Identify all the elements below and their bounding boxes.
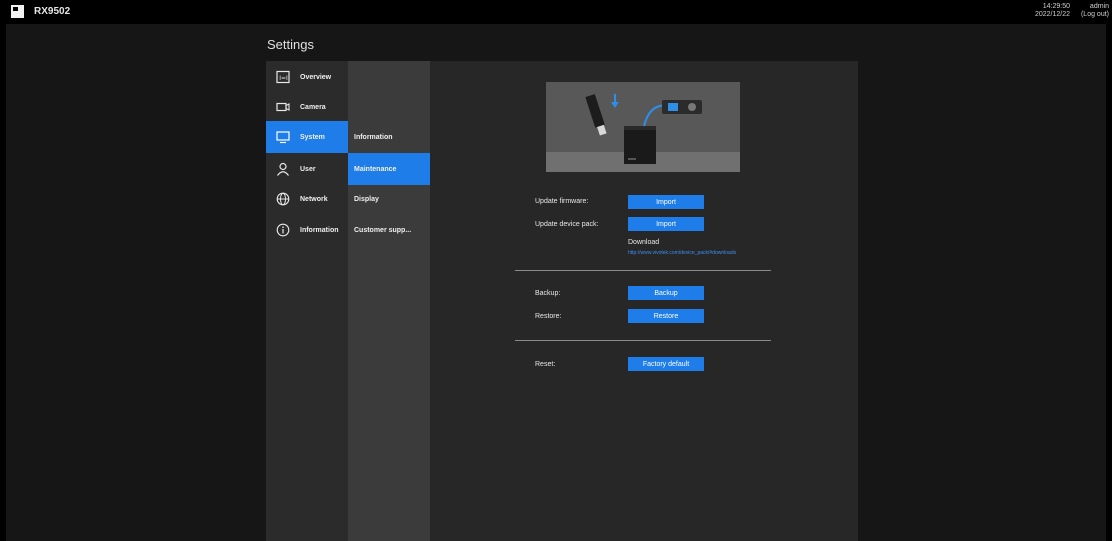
nav-item-overview[interactable]: I=I Overview bbox=[266, 61, 348, 93]
clock-date: 2022/12/22 bbox=[1034, 11, 1070, 18]
nav-item-label: Camera bbox=[300, 103, 326, 111]
nav-item-camera[interactable]: Camera bbox=[266, 91, 348, 123]
secondary-nav: Information Maintenance Display Customer… bbox=[348, 61, 430, 541]
primary-nav: I=I Overview Camera System User Network … bbox=[266, 61, 348, 541]
app-title: RX9502 bbox=[34, 6, 71, 17]
nav-item-label: System bbox=[300, 133, 325, 141]
nav-item-network[interactable]: Network bbox=[266, 183, 348, 215]
usb-update-illustration bbox=[546, 82, 740, 172]
nav-item-information[interactable]: Information bbox=[266, 214, 348, 246]
clock-time: 14:29:50 bbox=[1042, 3, 1070, 10]
subnav-item-label: Customer supp... bbox=[354, 226, 412, 234]
factory-default-button[interactable]: Factory default bbox=[628, 357, 704, 371]
user-icon bbox=[276, 162, 290, 176]
overview-icon: I=I bbox=[276, 70, 290, 84]
backup-button[interactable]: Backup bbox=[628, 286, 704, 300]
import-firmware-button[interactable]: Import bbox=[628, 195, 704, 209]
subnav-item-maintenance[interactable]: Maintenance bbox=[348, 153, 430, 185]
subnav-item-customer-support[interactable]: Customer supp... bbox=[348, 214, 430, 246]
monitor-icon bbox=[276, 130, 290, 144]
nav-item-label: User bbox=[300, 165, 316, 173]
subnav-item-label: Information bbox=[354, 133, 393, 141]
divider bbox=[515, 340, 771, 341]
update-firmware-label: Update firmware: bbox=[535, 198, 589, 205]
globe-icon bbox=[276, 192, 290, 206]
subnav-item-label: Maintenance bbox=[354, 165, 397, 173]
import-device-pack-button[interactable]: Import bbox=[628, 217, 704, 231]
nav-item-system[interactable]: System bbox=[266, 121, 348, 153]
download-label: Download bbox=[628, 239, 660, 246]
app-logo-icon bbox=[11, 5, 24, 18]
info-icon bbox=[276, 223, 290, 237]
clock: 14:29:50 2022/12/22 bbox=[1035, 3, 1070, 19]
nav-item-label: Information bbox=[300, 226, 339, 234]
reset-label: Reset: bbox=[535, 361, 556, 368]
subnav-item-information[interactable]: Information bbox=[348, 121, 430, 153]
backup-label: Backup: bbox=[535, 290, 561, 297]
user-menu: admin (Log out) bbox=[1081, 3, 1109, 19]
nav-item-label: Overview bbox=[300, 73, 332, 81]
svg-text:I=I: I=I bbox=[279, 75, 288, 82]
restore-button[interactable]: Restore bbox=[628, 309, 704, 323]
nav-item-user[interactable]: User bbox=[266, 153, 348, 185]
update-device-pack-label: Update device pack: bbox=[535, 221, 599, 228]
top-bar: RX9502 14:29:50 2022/12/22 admin (Log ou… bbox=[0, 0, 1112, 24]
nav-item-label: Network bbox=[300, 195, 328, 203]
divider bbox=[515, 270, 771, 271]
page-title: Settings bbox=[267, 37, 314, 52]
restore-label: Restore: bbox=[535, 313, 562, 320]
subnav-item-label: Display bbox=[354, 195, 379, 203]
logout-link[interactable]: (Log out) bbox=[1081, 11, 1109, 19]
download-link[interactable]: http://www.vivotek.com/device_pack/#down… bbox=[628, 250, 736, 256]
camera-icon bbox=[276, 100, 290, 114]
subnav-item-display[interactable]: Display bbox=[348, 183, 430, 215]
username: admin bbox=[1089, 3, 1109, 10]
